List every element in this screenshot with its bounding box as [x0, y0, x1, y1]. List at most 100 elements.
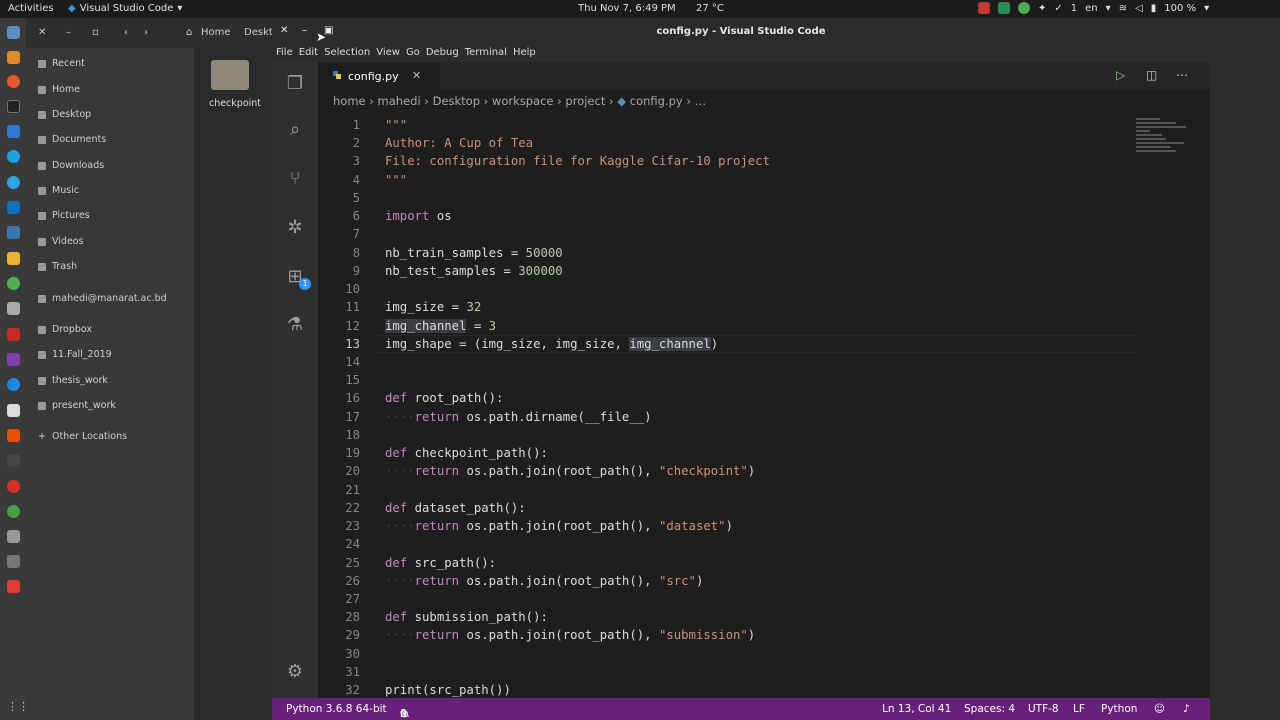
settings-app-icon[interactable] — [7, 302, 20, 315]
gear-icon[interactable]: ⚙ — [283, 660, 307, 684]
screenshot-icon[interactable] — [7, 328, 20, 341]
menu-view[interactable]: View — [376, 47, 400, 58]
code-line[interactable]: 12 img_channel = 3 — [318, 317, 1210, 335]
volume-icon[interactable]: ◁ — [1135, 3, 1143, 14]
menu-edit[interactable]: Edit — [299, 47, 318, 58]
menu-help[interactable]: Help — [513, 47, 536, 58]
menu-file[interactable]: File — [276, 47, 293, 58]
breadcrumb-item[interactable]: Desktop — [433, 94, 480, 108]
menu-selection[interactable]: Selection — [324, 47, 370, 58]
path-desktop[interactable]: Deskt — [244, 27, 273, 38]
source-control-icon[interactable]: ⑂ — [283, 167, 307, 191]
code-line[interactable]: 28 def submission_path(): — [318, 608, 1210, 626]
sidebar-item-trash[interactable]: Trash — [38, 261, 77, 272]
monitor-icon[interactable] — [7, 404, 20, 417]
gnome-icon[interactable] — [7, 505, 20, 518]
breadcrumb-item[interactable]: config.py — [630, 94, 683, 108]
sidebar-item-present-work[interactable]: present_work — [38, 400, 116, 411]
sidebar-item-documents[interactable]: Documents — [38, 134, 106, 145]
code-line[interactable]: 10 — [318, 280, 1210, 298]
app-menu[interactable]: ◆ Visual Studio Code ▾ — [68, 3, 182, 14]
bell-icon[interactable]: ♪ — [1183, 703, 1190, 715]
code-line[interactable]: 2 Author: A Cup of Tea — [318, 134, 1210, 152]
sidebar-item-desktop[interactable]: Desktop — [38, 109, 91, 120]
disk-icon[interactable] — [7, 530, 20, 543]
code-line[interactable]: 30 — [318, 645, 1210, 663]
code-line[interactable]: 1 """ — [318, 116, 1210, 134]
sidebar-item-recent[interactable]: Recent — [38, 58, 85, 69]
telegram-icon[interactable] — [7, 176, 20, 189]
sidebar-item-other-locations[interactable]: + Other Locations — [38, 431, 127, 442]
language-mode[interactable]: Python — [1101, 703, 1137, 715]
home-icon[interactable]: ⌂ — [186, 27, 192, 38]
debug-icon[interactable]: ✲ — [283, 216, 307, 240]
code-line[interactable]: 20 ····return os.path.join(root_path(), "… — [318, 462, 1210, 480]
editor-icon[interactable] — [7, 252, 20, 265]
more-icon[interactable]: ⋯ — [1176, 68, 1188, 82]
chrome-icon[interactable] — [7, 480, 20, 493]
menu-go[interactable]: Go — [406, 47, 420, 58]
code-line[interactable]: 5 — [318, 189, 1210, 207]
code-line[interactable]: 29 ····return os.path.join(root_path(), "… — [318, 626, 1210, 644]
end-of-line[interactable]: LF — [1073, 703, 1085, 715]
folder-icon[interactable] — [211, 60, 249, 90]
breadcrumb-item[interactable]: … — [695, 94, 707, 108]
vscode-icon[interactable] — [7, 125, 20, 138]
breadcrumb-item[interactable]: project — [565, 94, 605, 108]
code-line[interactable]: 27 — [318, 590, 1210, 608]
code-line[interactable]: 14 — [318, 353, 1210, 371]
camera-icon[interactable] — [978, 2, 990, 14]
breadcrumb-item[interactable]: workspace — [492, 94, 554, 108]
run-icon[interactable]: ▷ — [1116, 68, 1125, 82]
code-line[interactable]: 15 — [318, 371, 1210, 389]
code-line[interactable]: 23 ····return os.path.join(root_path(), "… — [318, 517, 1210, 535]
explorer-icon[interactable]: ❐ — [283, 72, 307, 96]
test-icon[interactable]: ⚗ — [283, 313, 307, 337]
battery-icon[interactable]: ▮ — [1151, 3, 1157, 14]
feedback-icon[interactable]: ☺ — [1154, 703, 1165, 715]
cursor-position[interactable]: Ln 13, Col 41 — [882, 703, 951, 715]
code-line[interactable]: 9 nb_test_samples = 300000 — [318, 262, 1210, 280]
back-icon[interactable]: ‹ — [124, 27, 128, 38]
notifications-icon[interactable]: ✓ — [1054, 3, 1062, 14]
activities-button[interactable]: Activities — [8, 3, 54, 14]
search-icon[interactable]: ⌕ — [283, 118, 307, 142]
indentation[interactable]: Spaces: 4 — [964, 703, 1015, 715]
show-apps-icon[interactable]: ⋮⋮ — [7, 700, 29, 713]
code-line[interactable]: 16 def root_path(): — [318, 389, 1210, 407]
code-line[interactable]: 11 img_size = 32 — [318, 298, 1210, 316]
language-indicator[interactable]: en — [1085, 3, 1098, 14]
code-line[interactable]: 21 — [318, 481, 1210, 499]
code-line[interactable]: 25 def src_path(): — [318, 554, 1210, 572]
code-line[interactable]: 19 def checkpoint_path(): — [318, 444, 1210, 462]
tab-config-py[interactable]: config.py ✕ — [318, 62, 440, 90]
software-icon[interactable] — [7, 51, 20, 64]
clock[interactable]: Thu Nov 7, 6:49 PM — [578, 3, 676, 14]
recorder-icon[interactable] — [7, 580, 20, 593]
sidebar-item-music[interactable]: Music — [38, 185, 79, 196]
shield-icon[interactable] — [998, 2, 1010, 14]
folder-label[interactable]: checkpoint — [194, 98, 276, 109]
encoding[interactable]: UTF-8 — [1028, 703, 1059, 715]
menu-debug[interactable]: Debug — [426, 47, 459, 58]
wifi-icon[interactable]: ≋ — [1119, 3, 1127, 14]
code-line[interactable]: 31 — [318, 663, 1210, 681]
code-line[interactable]: 24 — [318, 535, 1210, 553]
check-icon[interactable] — [1018, 2, 1030, 14]
sidebar-item-dropbox[interactable]: Dropbox — [38, 324, 92, 335]
minimize-icon[interactable]: – — [66, 27, 71, 38]
code-line[interactable]: 3 File: configuration file for Kaggle Cif… — [318, 152, 1210, 170]
sidebar-item-videos[interactable]: Videos — [38, 236, 84, 247]
forward-icon[interactable]: › — [144, 27, 148, 38]
maximize-icon[interactable]: ▫ — [92, 27, 99, 38]
breadcrumb-item[interactable]: mahedi — [378, 94, 421, 108]
code-line[interactable]: 22 def dataset_path(): — [318, 499, 1210, 517]
sidebar-item-account[interactable]: mahedi@manarat.ac.bd — [38, 293, 167, 304]
code-line[interactable]: 26 ····return os.path.join(root_path(), "… — [318, 572, 1210, 590]
firefox-icon[interactable] — [7, 75, 20, 88]
code-line[interactable]: 4 """ — [318, 171, 1210, 189]
sidebar-item-fall2019[interactable]: 11.Fall_2019 — [38, 349, 112, 360]
skype-icon[interactable] — [7, 150, 20, 163]
code-line[interactable]: 13 img_shape = (img_size, img_size, img_c… — [318, 334, 1210, 353]
path-home[interactable]: Home — [201, 27, 231, 38]
